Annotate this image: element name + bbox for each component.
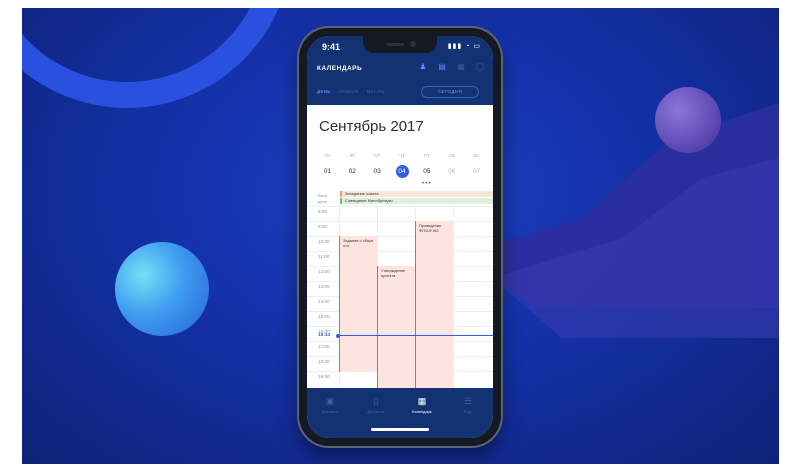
status-time: 9:41 [322,42,341,52]
date-cell[interactable]: 07 [464,165,489,179]
event-title: Задание о сборе отч. [343,238,374,248]
sphere-decoration [115,242,209,336]
sphere-decoration [655,87,721,153]
calendar-event[interactable]: Проведение ФГБОУ ВО [415,221,453,388]
status-icons: ▮▮▮ ◔ ▭ [447,43,481,50]
column-divider [453,206,454,388]
hour-label: 14:00 [318,299,330,304]
event-title: Утверждение проекта [381,268,406,278]
document-icon[interactable]: ▤ [437,62,447,72]
date-cell[interactable]: 02 [340,165,365,179]
current-time-line [337,335,493,336]
promo-background: 9:41 ▮▮▮ ◔ ▭ КАЛЕНДАРЬ ♟ ▤ ▦ ◯ ДЕНЬ НЕДЕ… [22,8,779,464]
hour-label: 9:00 [318,224,328,229]
hour-label: 17:00 [318,344,330,349]
tabbar-label: Еще [464,409,472,414]
calendar-icon: ▦ [417,396,427,406]
hour-row: 8:00 [307,206,493,221]
allday-label: Весь день [318,193,327,205]
weekday-label: ПН [324,153,331,158]
tab-week[interactable]: НЕДЕЛЯ [339,89,359,94]
tab-day[interactable]: ДЕНЬ [317,89,331,94]
allday-event[interactable]: Заседание совета [340,191,493,197]
home-indicator[interactable] [371,428,429,431]
allday-event[interactable]: Совещание Минобрнауки [340,198,493,204]
weekday-label: СБ [448,153,455,158]
tabbar-item-documents[interactable]: ▯ Документ [353,396,399,414]
weekday-row: ПН ВТ СР ЧТ ПТ СБ ВС [315,153,489,158]
date-cell-selected[interactable]: 04 [390,165,415,179]
weekday-label: ВС [473,153,480,158]
hour-row: 10:00 [307,236,493,251]
menu-icon: ☰ [463,396,473,406]
current-time-label: 16:34 [318,332,330,337]
weekday-label: ЧТ [399,153,405,158]
tabbar-item-contacts[interactable]: ▣ Контакты [307,396,353,414]
date-cell[interactable]: 05 [414,165,439,179]
date-cell[interactable]: 01 [315,165,340,179]
tabbar-label: Документ [367,409,385,414]
header-actions: ♟ ▤ ▦ ◯ [418,62,485,72]
event-title: Проведение ФГБОУ ВО [419,223,442,233]
bottom-tabbar: ▣ Контакты ▯ Документ ▦ Календарь ☰ Еще [307,388,493,438]
hour-row: 9:00 [307,221,493,236]
allday-label-line: день [318,199,327,204]
clock-icon[interactable]: ◯ [475,62,485,72]
weekday-label: ПТ [423,153,430,158]
tabbar-label: Календарь [412,409,432,414]
weekday-label: СР [374,153,381,158]
phone-screen: 9:41 ▮▮▮ ◔ ▭ КАЛЕНДАРЬ ♟ ▤ ▦ ◯ ДЕНЬ НЕДЕ… [307,36,493,438]
selected-date: 04 [395,165,409,178]
page-title: КАЛЕНДАРЬ [317,65,363,72]
hour-label: 8:00 [318,209,328,214]
month-title: Сентябрь 2017 [319,118,424,135]
hour-label: 10:00 [318,239,330,244]
date-row: 01 02 03 04 05 06 07 [315,165,489,179]
tabbar-item-calendar[interactable]: ▦ Календарь [399,396,445,414]
tab-month[interactable]: МЕСЯЦ [367,89,385,94]
phone-notch [363,36,437,53]
calendar-event[interactable]: Задание о сборе отч. [339,236,377,372]
document-icon: ▯ [373,396,379,406]
weekday-label: ВТ [349,153,356,158]
events-indicator-dots: ••• [422,181,432,187]
tabbar-label: Контакты [321,409,339,414]
hour-label: 15:00 [318,314,330,319]
tabbar-item-more[interactable]: ☰ Еще [445,396,491,414]
contacts-icon: ▣ [325,396,335,406]
hour-label: 18:00 [318,359,330,364]
people-icon[interactable]: ♟ [418,62,428,72]
today-button[interactable]: СЕГОДНЯ [421,86,479,98]
day-grid: Весь день Заседание совета Совещание Мин… [307,188,493,388]
hour-label: 13:00 [318,284,330,289]
view-tabs: ДЕНЬ НЕДЕЛЯ МЕСЯЦ [317,89,385,94]
calendar-event[interactable]: Утверждение проекта [377,266,415,388]
grid-icon[interactable]: ▦ [456,62,466,72]
hour-label: 19:00 [318,374,330,379]
hour-label: 11:00 [318,254,330,259]
hour-row: 11:00 [307,251,493,266]
date-cell[interactable]: 06 [439,165,464,179]
date-cell[interactable]: 03 [365,165,390,179]
phone-frame: 9:41 ▮▮▮ ◔ ▭ КАЛЕНДАРЬ ♟ ▤ ▦ ◯ ДЕНЬ НЕДЕ… [299,28,501,446]
hour-label: 12:00 [318,269,330,274]
